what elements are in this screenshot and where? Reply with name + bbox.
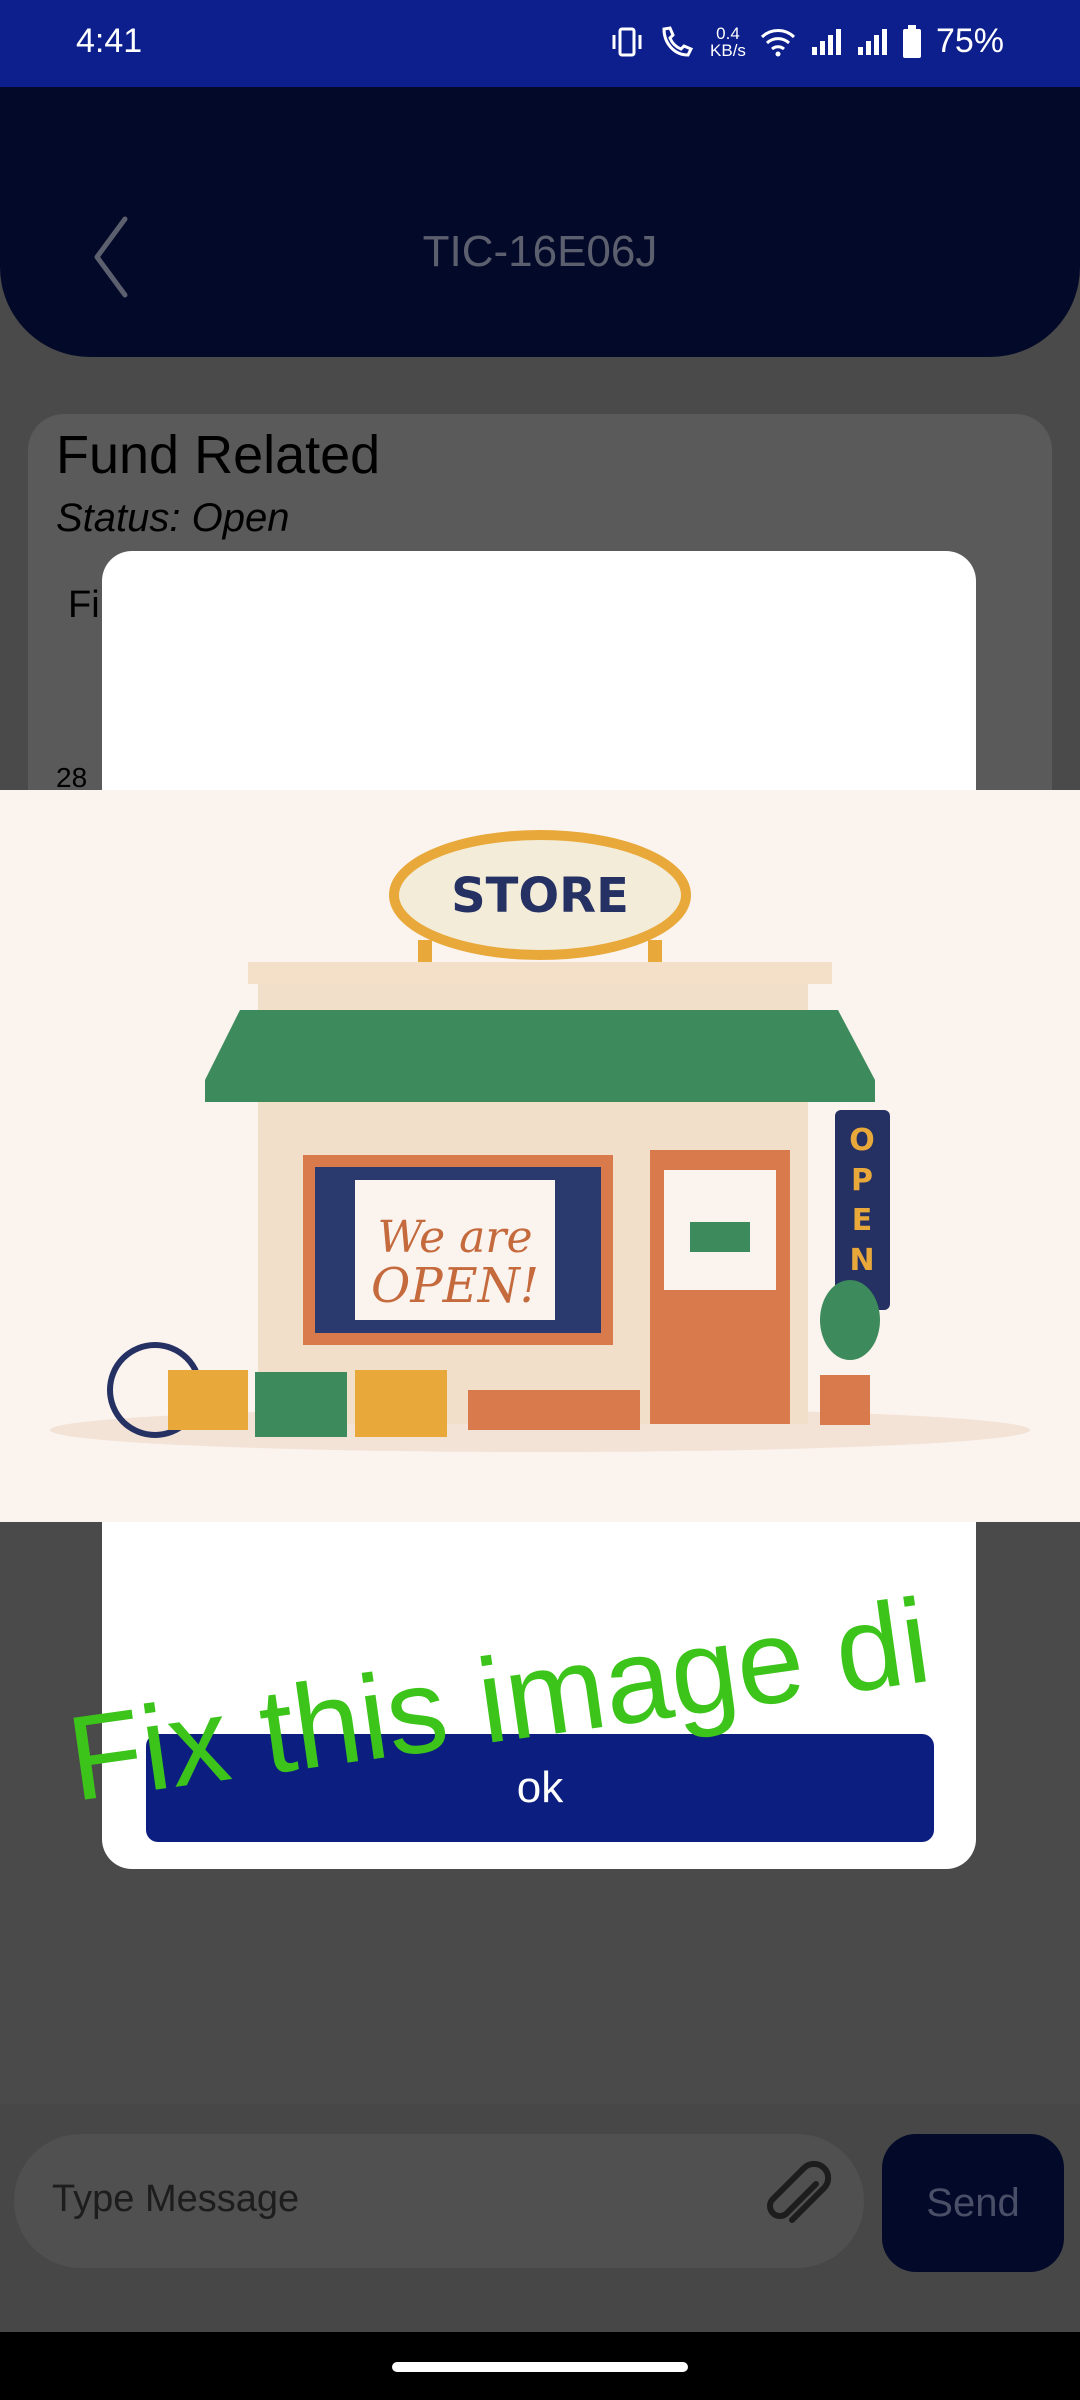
ticket-status: Status: Open [56,496,290,540]
net-speed-value: 0.4 [716,23,740,43]
signal-icon [857,28,887,55]
open-sign-text: P [851,1163,873,1198]
app-header: TIC-16E06J [0,87,1080,357]
wifi-icon [760,28,795,56]
system-nav-bar [0,2332,1080,2400]
page-title: TIC-16E06J [422,227,658,276]
open-sign-text: E [852,1203,873,1238]
ticket-title: Fund Related [56,425,381,485]
message-input[interactable]: Type Message [14,2134,864,2268]
status-bar: 4:41 0.4 KB/s 75% [0,0,1080,87]
message-composer: Type Message Send [0,2104,1080,2332]
message-placeholder: Type Message [52,2178,300,2220]
status-icons: 0.4 KB/s 75% [610,22,1004,61]
home-indicator[interactable] [392,2362,688,2372]
ticket-message: Fi [68,584,100,626]
battery-percent: 75% [935,22,1004,60]
vibrate-icon [612,27,642,56]
battery-icon [902,24,921,58]
window-sign-text-2: OPEN! [371,1258,539,1314]
net-speed: 0.4 KB/s [710,25,746,59]
open-sign-text: N [849,1243,874,1278]
open-sign-text: O [849,1123,875,1158]
paperclip-icon[interactable] [758,2160,838,2240]
signal-icon [811,28,841,55]
store-illustration: STORE We are OPEN! O P E N [0,790,1080,1522]
status-time: 4:41 [76,22,143,60]
net-speed-unit: KB/s [710,40,746,60]
call-icon [662,25,694,57]
store-sign-text: STORE [451,868,629,924]
window-sign-text: We are [378,1212,533,1263]
send-button[interactable]: Send [882,2134,1064,2272]
